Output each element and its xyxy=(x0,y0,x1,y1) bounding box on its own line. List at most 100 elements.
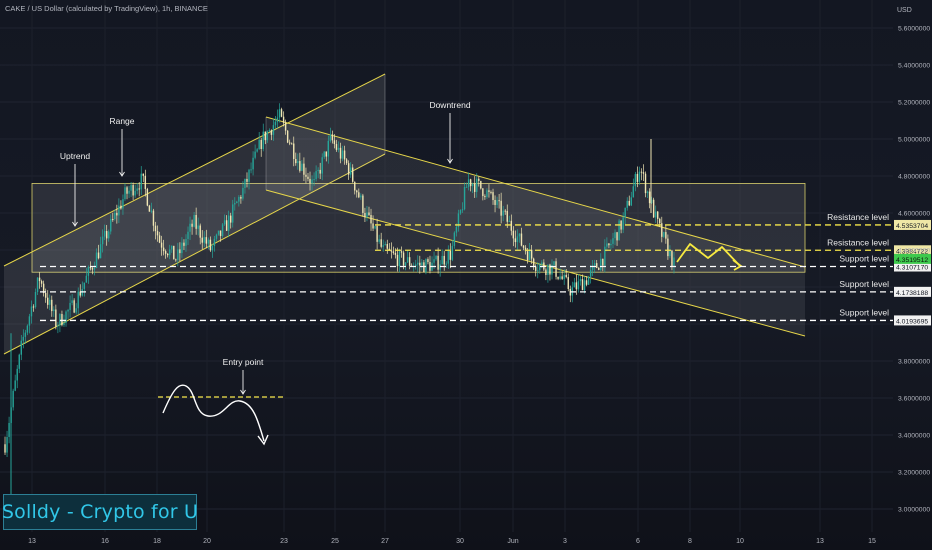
y-tick-label: 4.4000000 xyxy=(898,248,930,255)
candle-body xyxy=(526,251,529,261)
candle-body xyxy=(146,188,149,206)
candle-body xyxy=(508,220,510,222)
candle-body xyxy=(354,181,356,191)
candle-body xyxy=(467,179,470,187)
candle-body xyxy=(156,231,159,236)
x-tick-label: 6 xyxy=(636,538,640,545)
candle-body xyxy=(498,200,500,202)
candle-body xyxy=(95,252,98,268)
candle-body xyxy=(199,225,201,238)
y-tick-label: 3.2000000 xyxy=(898,470,930,477)
candle-body xyxy=(75,308,77,313)
chart-root: Resistance level 4.5353704 Resistance leve… xyxy=(0,0,932,550)
candle-body xyxy=(101,236,104,245)
candle-body xyxy=(333,140,336,145)
candle-body xyxy=(602,258,604,266)
candle-body xyxy=(227,215,230,231)
x-tick-label: Jun xyxy=(507,538,518,545)
candle-body xyxy=(36,277,39,292)
candle-body xyxy=(514,238,517,243)
candle-body xyxy=(652,199,655,218)
candle-body xyxy=(201,237,203,243)
chart-canvas[interactable]: Resistance level 4.5353704 Resistance leve… xyxy=(0,0,932,550)
candle-body xyxy=(380,239,382,247)
candle-body xyxy=(193,215,195,227)
candle-body xyxy=(604,246,606,266)
candle-body xyxy=(352,167,354,182)
candle-body xyxy=(30,306,33,317)
candle-body xyxy=(398,251,401,267)
candle-body xyxy=(634,173,637,187)
candle-body xyxy=(654,211,657,218)
candle-body xyxy=(425,259,427,273)
candle-body xyxy=(640,171,643,173)
candle-body xyxy=(484,196,486,198)
candle-body xyxy=(522,245,525,248)
candle-body xyxy=(315,171,317,180)
candle-body xyxy=(343,150,346,160)
candle-body xyxy=(20,340,22,355)
candle-body xyxy=(217,230,220,235)
candle-body xyxy=(392,251,395,253)
candle-body xyxy=(32,306,35,308)
annotation-label: Downtrend xyxy=(429,100,470,110)
candle-body xyxy=(38,277,41,282)
candle-body xyxy=(512,230,515,239)
candle-body xyxy=(612,238,614,244)
candle-body xyxy=(61,314,63,326)
candle-body xyxy=(99,244,102,259)
candle-body xyxy=(207,239,210,244)
y-tick-label: 5.0000000 xyxy=(898,137,930,144)
candle-body xyxy=(644,173,647,194)
candle-body xyxy=(321,157,323,174)
candle-body xyxy=(608,243,610,246)
annotation-label: Entry point xyxy=(223,357,264,367)
y-tick-label: 3.8000000 xyxy=(898,359,930,366)
candle-body xyxy=(103,231,106,237)
candle-body xyxy=(325,151,327,157)
candle-body xyxy=(573,282,576,288)
candle-body xyxy=(598,267,600,270)
candle-body xyxy=(362,195,364,213)
candle-body xyxy=(541,262,543,265)
time-axis[interactable]: 13 16 18 20 23 25 27 30 Jun 3 6 8 10 13 15 xyxy=(28,538,876,545)
candle-body xyxy=(364,212,366,218)
level-price-tag-text: 4.0193695 xyxy=(896,318,928,325)
candle-body xyxy=(593,263,596,266)
candle-body xyxy=(258,139,260,150)
candle-body xyxy=(486,190,488,197)
candle-body xyxy=(488,190,490,192)
candle-body xyxy=(276,117,279,122)
candle-body xyxy=(286,130,289,143)
candle-body xyxy=(250,169,252,171)
candle-body xyxy=(244,178,246,188)
candle-body xyxy=(358,192,360,198)
candle-body xyxy=(327,140,330,157)
candle-body xyxy=(234,203,236,205)
candle-body xyxy=(516,236,519,243)
axis-unit-label: USD xyxy=(897,7,912,14)
candle-body xyxy=(230,215,232,223)
candle-body xyxy=(264,131,266,141)
candle-body xyxy=(242,187,244,199)
level-label: Support level xyxy=(839,279,889,289)
candle-body xyxy=(565,274,567,278)
candle-body xyxy=(122,199,124,209)
candle-body xyxy=(83,282,86,289)
candle-body xyxy=(130,185,132,191)
x-tick-label: 10 xyxy=(736,538,744,545)
candle-body xyxy=(463,186,466,210)
candle-body xyxy=(110,218,112,232)
candle-body xyxy=(504,210,506,212)
candle-body xyxy=(408,257,411,266)
candle-body xyxy=(284,122,287,131)
candle-body xyxy=(476,178,478,192)
candle-body xyxy=(313,179,315,181)
candle-body xyxy=(219,230,222,237)
candle-body xyxy=(126,187,128,194)
candle-body xyxy=(59,314,61,326)
candle-body xyxy=(648,191,651,204)
x-tick-label: 23 xyxy=(280,538,288,545)
candle-body xyxy=(295,158,297,164)
level-label: Support level xyxy=(839,254,889,264)
